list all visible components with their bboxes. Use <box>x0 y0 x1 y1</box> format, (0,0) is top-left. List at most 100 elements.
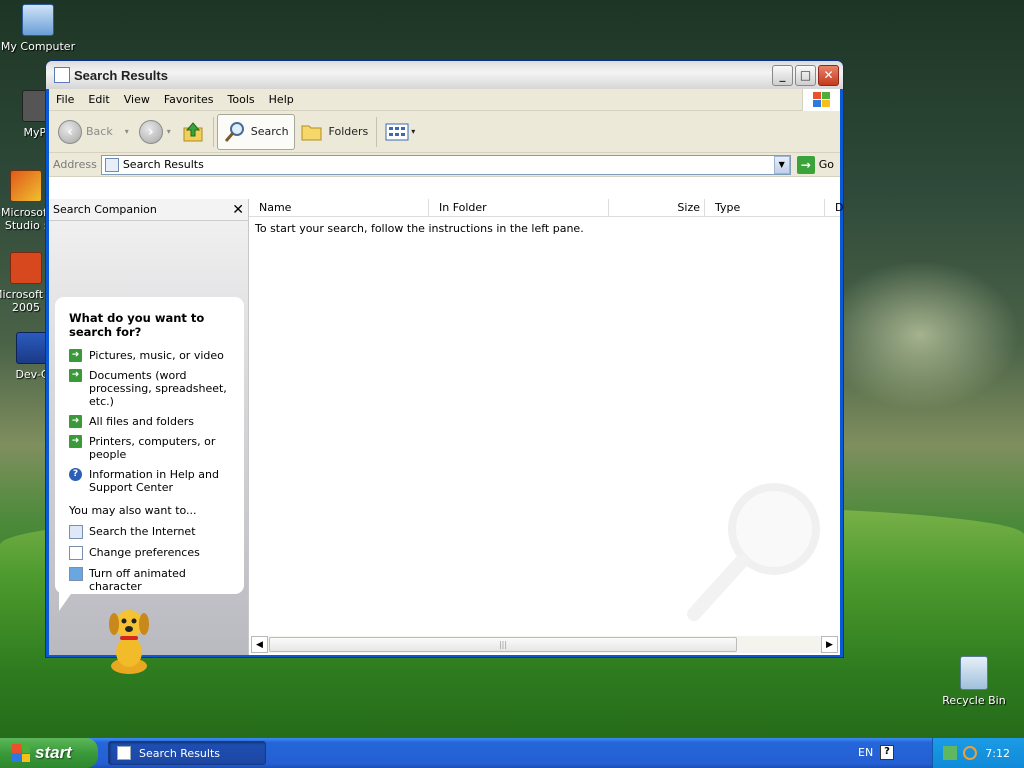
arrow-icon: ➜ <box>69 369 82 382</box>
devcpp-icon <box>16 332 48 364</box>
search-dog-character[interactable] <box>101 604 157 676</box>
views-icon <box>385 123 409 140</box>
menu-favorites[interactable]: Favorites <box>157 93 221 106</box>
column-size[interactable]: Size <box>609 198 705 217</box>
arrow-icon: ➜ <box>69 349 82 362</box>
option-printers[interactable]: ➜ Printers, computers, or people <box>69 435 234 461</box>
taskbar: start Search Results EN ? 7:12 <box>0 738 1024 768</box>
toolbar-separator <box>376 116 378 147</box>
desktop-icon-label: Microsoft Studio : <box>0 206 52 232</box>
scroll-left-icon[interactable]: ◀ <box>251 636 268 653</box>
language-help-icon[interactable]: ? <box>880 745 894 760</box>
search-tray-icon[interactable] <box>963 746 977 760</box>
column-date[interactable]: D <box>825 199 843 217</box>
internet-search-icon <box>69 525 83 539</box>
windows-flag-icon <box>12 744 30 762</box>
visual-studio-icon <box>10 170 42 202</box>
address-dropdown-icon[interactable]: ▼ <box>773 155 790 174</box>
forward-button[interactable]: › ▾ <box>134 114 176 150</box>
column-type[interactable]: Type <box>705 198 825 217</box>
desktop-icon-label: Recycle Bin <box>942 694 1006 707</box>
up-folder-button[interactable] <box>176 114 210 150</box>
toolbar-separator <box>212 116 214 147</box>
arrow-icon: ➜ <box>69 415 82 428</box>
menu-edit[interactable]: Edit <box>81 93 116 106</box>
desktop-icon-label: My Computer <box>0 40 76 53</box>
up-folder-icon <box>183 121 203 141</box>
option-change-preferences[interactable]: Change preferences <box>69 546 234 560</box>
window-body: File Edit View Favorites Tools Help ‹ Ba… <box>49 89 843 674</box>
arrow-icon: ➜ <box>69 435 82 448</box>
folders-icon <box>301 125 322 140</box>
jsharp-icon <box>10 252 42 284</box>
menu-view[interactable]: View <box>117 93 157 106</box>
option-search-internet[interactable]: Search the Internet <box>69 525 234 539</box>
standard-toolbar: ‹ Back ▾ › ▾ Search Folders ▾ <box>49 111 840 153</box>
search-window-icon <box>54 67 70 83</box>
back-dropdown-icon[interactable]: ▾ <box>125 127 129 136</box>
search-companion-title: Search Companion <box>53 203 157 216</box>
search-companion-header: Search Companion ✕ <box>49 199 248 221</box>
sky-glow <box>820 260 1020 410</box>
option-label: Turn off animated character <box>89 567 186 593</box>
views-dropdown-icon: ▾ <box>411 127 416 136</box>
search-results-icon <box>104 157 119 172</box>
minimize-button[interactable]: _ <box>772 64 793 86</box>
menu-tools[interactable]: Tools <box>221 93 262 106</box>
address-bar: Address Search Results ▼ → Go <box>49 153 840 177</box>
search-options-bubble: What do you want to search for? ➜ Picture… <box>55 297 244 594</box>
also-label: You may also want to... <box>69 504 197 517</box>
menu-bar: File Edit View Favorites Tools Help <box>49 89 840 111</box>
start-label: start <box>35 743 72 762</box>
menu-help[interactable]: Help <box>262 93 301 106</box>
back-arrow-icon: ‹ <box>58 119 82 144</box>
network-icon[interactable] <box>943 746 957 760</box>
desktop-icon-recycle-bin[interactable]: Recycle Bin <box>936 656 1012 707</box>
scroll-right-icon[interactable]: ▶ <box>821 636 838 653</box>
option-label: Pictures, music, or video <box>89 349 224 362</box>
address-input[interactable]: Search Results ▼ <box>100 154 791 175</box>
search-button[interactable]: Search <box>216 113 295 150</box>
results-pane: Name In Folder Size Type D To start your… <box>249 198 843 655</box>
bubble-tail <box>59 591 73 611</box>
go-button[interactable]: → Go <box>796 155 834 174</box>
maximize-button[interactable]: □ <box>795 64 816 86</box>
language-indicator[interactable]: EN <box>858 746 873 759</box>
views-button[interactable]: ▾ <box>380 114 420 150</box>
close-pane-icon[interactable]: ✕ <box>232 202 244 218</box>
windows-logo-icon <box>802 89 840 111</box>
desktop-icon-label: Dev-C <box>15 368 49 381</box>
column-headers: Name In Folder Size Type D <box>249 198 843 217</box>
column-in-folder[interactable]: In Folder <box>429 198 609 217</box>
desktop-icon-my-computer[interactable]: My Computer <box>0 4 76 53</box>
menu-file[interactable]: File <box>49 93 81 106</box>
option-turn-off-character[interactable]: Turn off animated character <box>69 567 234 593</box>
search-icon <box>224 121 244 142</box>
back-button[interactable]: ‹ Back ▾ <box>53 114 134 150</box>
option-pictures[interactable]: ➜ Pictures, music, or video <box>69 349 234 362</box>
title-bar[interactable]: Search Results _ □ ✕ <box>46 61 843 89</box>
taskbar-item-search-results[interactable]: Search Results <box>108 741 266 765</box>
window-title: Search Results <box>74 67 168 83</box>
option-documents[interactable]: ➜ Documents (word processing, spreadsheet… <box>69 369 234 408</box>
folders-button[interactable]: Folders <box>295 114 374 150</box>
option-all-files[interactable]: ➜ All files and folders <box>69 415 234 428</box>
option-label: Search the Internet <box>89 525 196 538</box>
search-companion-pane: Search Companion ✕ What do you want to s… <box>49 199 249 674</box>
close-button[interactable]: ✕ <box>818 64 839 86</box>
computer-icon <box>22 4 54 36</box>
scroll-thumb[interactable]: ||| <box>269 637 737 652</box>
start-button[interactable]: start <box>0 738 98 768</box>
search-label: Search <box>250 125 289 138</box>
preferences-icon <box>69 546 83 560</box>
system-tray: 7:12 <box>932 738 1024 768</box>
folders-label: Folders <box>328 125 369 138</box>
horizontal-scrollbar[interactable]: ◀ ||| ▶ <box>251 636 838 653</box>
option-help-center[interactable]: ? Information in Help and Support Center <box>69 468 234 494</box>
option-label: Documents (word processing, spreadsheet,… <box>89 369 227 408</box>
search-window-icon <box>117 746 131 760</box>
option-label: Printers, computers, or people <box>89 435 216 461</box>
column-name[interactable]: Name <box>249 198 429 217</box>
clock[interactable]: 7:12 <box>985 747 1010 760</box>
forward-dropdown-icon[interactable]: ▾ <box>167 127 171 136</box>
